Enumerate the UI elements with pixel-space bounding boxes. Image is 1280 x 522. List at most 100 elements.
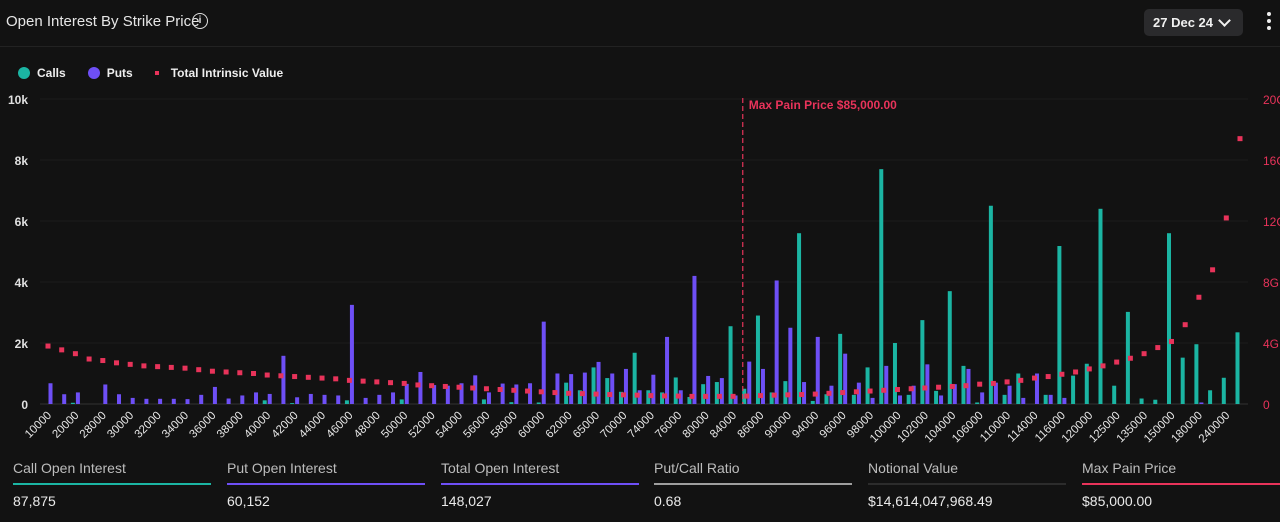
- intrinsic-value-point: [894, 387, 900, 393]
- x-tick-label: 84000: [708, 410, 739, 441]
- intrinsic-value-point: [730, 393, 736, 399]
- summary-stats: Call Open Interest 87,875 Put Open Inter…: [0, 460, 1280, 522]
- call-bar: [344, 400, 349, 404]
- put-bar: [363, 397, 368, 404]
- intrinsic-value-point: [977, 381, 983, 387]
- call-bar: [1098, 208, 1103, 404]
- stat-label: Put/Call Ratio: [654, 460, 740, 476]
- intrinsic-value-point: [374, 379, 380, 385]
- intrinsic-value-point: [442, 383, 448, 389]
- intrinsic-value-point: [1114, 359, 1120, 365]
- call-bar: [865, 367, 870, 404]
- intrinsic-value-point: [319, 375, 325, 381]
- call-bar: [797, 233, 802, 404]
- legend-item-intrinsic-value[interactable]: Total Intrinsic Value: [154, 66, 284, 80]
- intrinsic-value-point: [168, 364, 174, 370]
- call-bar: [714, 382, 719, 404]
- intrinsic-value-point: [1237, 136, 1243, 142]
- intrinsic-value-point: [264, 372, 270, 378]
- legend-item-calls[interactable]: Calls: [18, 66, 66, 80]
- intrinsic-value-point: [182, 365, 188, 371]
- put-bar: [925, 364, 930, 404]
- stat-put-open-interest: Put Open Interest 60,152: [227, 460, 425, 509]
- call-bar: [1057, 246, 1062, 404]
- y-tick-label: 8k: [15, 154, 29, 168]
- call-bar: [934, 390, 939, 404]
- x-tick-label: 70000: [598, 410, 629, 441]
- call-bar: [755, 315, 760, 404]
- call-bar: [290, 403, 295, 404]
- x-tick-label: 44000: [297, 410, 328, 441]
- y-right-tick-label: 12G: [1263, 215, 1280, 229]
- intrinsic-value-point: [538, 389, 544, 395]
- y-tick-label: 10k: [8, 93, 28, 107]
- expiry-date-dropdown[interactable]: 27 Dec 24: [1144, 9, 1243, 36]
- intrinsic-value-point: [360, 378, 366, 384]
- intrinsic-value-point: [1100, 363, 1106, 369]
- put-bar: [514, 384, 519, 404]
- put-bar: [870, 397, 875, 404]
- intrinsic-value-point: [401, 380, 407, 386]
- put-bar: [610, 373, 615, 404]
- call-bar: [1208, 390, 1213, 404]
- intrinsic-value-point: [456, 384, 462, 390]
- intrinsic-value-point: [196, 367, 202, 373]
- put-bar: [980, 392, 985, 404]
- call-bar: [1235, 332, 1240, 404]
- put-bar: [62, 394, 67, 404]
- put-bar: [418, 371, 423, 404]
- x-tick-label: 46000: [324, 410, 355, 441]
- call-bar: [509, 402, 514, 404]
- put-bar: [500, 383, 505, 404]
- intrinsic-value-point: [620, 392, 626, 398]
- call-bar: [1180, 357, 1185, 404]
- put-bar: [240, 395, 245, 404]
- call-bar: [1002, 394, 1007, 404]
- call-bar: [1221, 377, 1226, 404]
- put-bar: [75, 392, 80, 404]
- call-bar: [481, 399, 486, 404]
- y-right-tick-label: 20G: [1263, 93, 1280, 107]
- intrinsic-value-point: [1155, 345, 1161, 351]
- kebab-menu-icon[interactable]: [1266, 12, 1272, 32]
- put-bar: [719, 378, 724, 404]
- call-bar: [591, 367, 596, 404]
- intrinsic-value-point: [826, 390, 832, 396]
- intrinsic-value-point: [1004, 379, 1010, 385]
- x-tick-label: 50000: [379, 410, 410, 441]
- stat-label: Notional Value: [868, 460, 959, 476]
- put-bar: [1199, 402, 1204, 404]
- intrinsic-value-point: [155, 364, 161, 370]
- intrinsic-value-point: [59, 347, 65, 353]
- y-right-tick-label: 4G: [1263, 337, 1279, 351]
- put-bar: [322, 394, 327, 404]
- intrinsic-value-point: [881, 387, 887, 393]
- max-pain-label: Max Pain Price $85,000.00: [749, 98, 897, 112]
- x-tick-label: 10000: [23, 410, 54, 441]
- put-bar: [377, 394, 382, 404]
- legend-label: Calls: [37, 66, 66, 80]
- legend-label: Total Intrinsic Value: [170, 66, 284, 80]
- info-icon[interactable]: i: [192, 13, 208, 29]
- intrinsic-value-point: [114, 360, 120, 366]
- intrinsic-value-point: [415, 382, 421, 388]
- stat-underline: [441, 483, 639, 485]
- call-bar: [1166, 233, 1171, 404]
- intrinsic-value-point: [922, 385, 928, 391]
- x-tick-label: 62000: [544, 410, 575, 441]
- x-tick-label: 106000: [950, 410, 986, 446]
- stat-total-open-interest: Total Open Interest 148,027: [441, 460, 639, 509]
- x-tick-label: 86000: [735, 410, 766, 441]
- x-tick-label: 34000: [160, 410, 191, 441]
- y-right-tick-label: 8G: [1263, 276, 1279, 290]
- stat-value: 60,152: [227, 493, 270, 509]
- put-bar: [336, 395, 341, 404]
- x-tick-label: 240000: [1197, 410, 1233, 446]
- legend-item-puts[interactable]: Puts: [87, 66, 133, 80]
- intrinsic-value-point: [86, 356, 92, 362]
- intrinsic-value-point: [72, 351, 78, 357]
- x-tick-label: 32000: [133, 410, 164, 441]
- stat-underline: [1082, 483, 1280, 485]
- stat-label: Total Open Interest: [441, 460, 560, 476]
- intrinsic-value-point: [346, 377, 352, 383]
